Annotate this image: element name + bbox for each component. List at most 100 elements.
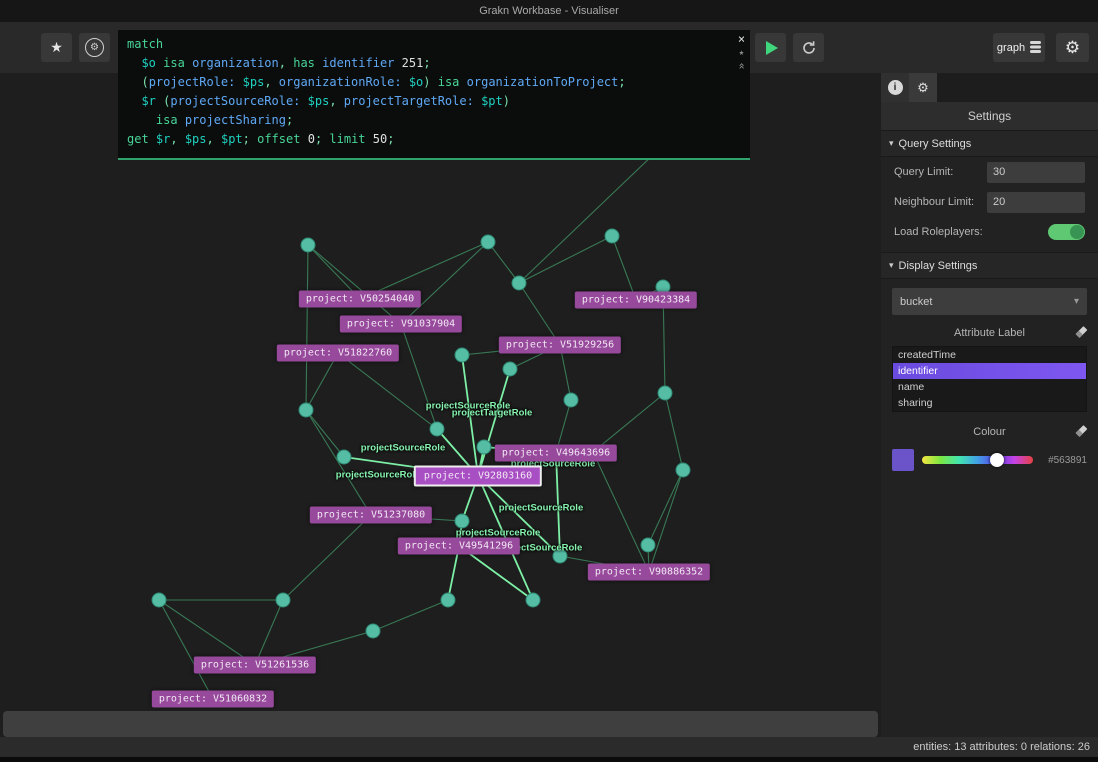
- types-panel-button[interactable]: ⚙: [79, 33, 110, 62]
- close-icon[interactable]: ×: [738, 33, 745, 45]
- chevron-down-icon: ▾: [889, 138, 894, 148]
- relation-node[interactable]: [151, 592, 167, 608]
- hue-knob[interactable]: [990, 453, 1005, 467]
- project-node-label[interactable]: project: V51929256: [498, 336, 622, 354]
- star-icon: ★: [50, 39, 63, 55]
- attribute-option[interactable]: name: [893, 379, 1086, 395]
- graph-edge: [158, 599, 256, 666]
- query-settings-label: Query Settings: [898, 137, 972, 150]
- relation-node[interactable]: [511, 275, 527, 291]
- favorite-queries-button[interactable]: ★: [41, 33, 72, 62]
- relation-node[interactable]: [604, 228, 620, 244]
- run-query-button[interactable]: [755, 33, 786, 62]
- graph-edge: [664, 392, 684, 471]
- relation-node[interactable]: [476, 439, 492, 455]
- graph-edge: [518, 235, 613, 284]
- relation-node[interactable]: [336, 449, 352, 465]
- clear-colour-button[interactable]: [1074, 424, 1089, 441]
- graph-edge: [307, 244, 402, 325]
- project-node-label-selected[interactable]: project: V92803160: [413, 465, 543, 487]
- relation-node[interactable]: [675, 462, 691, 478]
- horizontal-scrollbar[interactable]: [3, 711, 878, 737]
- graph-edge: [400, 241, 489, 325]
- project-node-label[interactable]: project: V51822760: [276, 344, 400, 362]
- query-limit-label: Query Limit:: [894, 166, 954, 178]
- settings-tab-button[interactable]: ⚙: [909, 73, 937, 102]
- relation-node[interactable]: [300, 237, 316, 253]
- attribute-option[interactable]: sharing: [893, 395, 1086, 411]
- neighbour-limit-input[interactable]: [987, 191, 1085, 213]
- relation-node[interactable]: [563, 392, 579, 408]
- project-node-label[interactable]: project: V51261536: [193, 656, 317, 674]
- settings-panel-title: Settings: [881, 102, 1098, 130]
- attribute-option[interactable]: identifier: [893, 363, 1086, 379]
- project-node-label[interactable]: project: V51237080: [309, 506, 433, 524]
- relation-node[interactable]: [275, 592, 291, 608]
- attribute-option[interactable]: createdTime: [893, 347, 1086, 363]
- display-settings-header[interactable]: ▾ Display Settings: [881, 252, 1098, 279]
- relation-node[interactable]: [502, 361, 518, 377]
- graph-edge: [647, 469, 684, 546]
- gear-circle-icon: ⚙: [85, 38, 104, 57]
- eraser-icon: [1075, 326, 1088, 338]
- relation-node[interactable]: [640, 537, 656, 553]
- neighbour-limit-row: Neighbour Limit:: [881, 187, 1098, 217]
- query-text[interactable]: match $o isa organization, has identifie…: [127, 35, 732, 149]
- gear-icon: ⚙: [917, 79, 929, 95]
- project-node-label[interactable]: project: V90423384: [574, 291, 698, 309]
- project-node-label[interactable]: project: V50254040: [298, 290, 422, 308]
- relation-node[interactable]: [657, 385, 673, 401]
- project-node-label[interactable]: project: V49541296: [397, 537, 521, 555]
- attribute-list: createdTime identifier name sharing: [892, 346, 1087, 412]
- project-node-label[interactable]: project: V90886352: [587, 563, 711, 581]
- refresh-button[interactable]: [793, 33, 824, 62]
- graph-edge: [305, 352, 339, 411]
- project-node-label[interactable]: project: V49643696: [494, 444, 618, 462]
- project-node-label[interactable]: project: V91037904: [339, 315, 463, 333]
- play-icon: [766, 40, 778, 55]
- clear-attribute-button[interactable]: [1074, 325, 1089, 342]
- star-icon-small[interactable]: ★: [739, 48, 744, 58]
- graph-edge: [305, 409, 345, 458]
- graph-edge: [305, 409, 372, 516]
- query-settings-header[interactable]: ▾ Query Settings: [881, 130, 1098, 157]
- relation-node[interactable]: [454, 513, 470, 529]
- load-roleplayers-toggle[interactable]: [1048, 224, 1085, 240]
- colour-swatch[interactable]: [892, 449, 914, 471]
- hue-slider[interactable]: [922, 453, 1033, 467]
- collapse-up-icon[interactable]: «: [736, 63, 749, 70]
- database-icon: [1030, 41, 1042, 53]
- graph-edge: [372, 599, 449, 632]
- query-limit-row: Query Limit:: [881, 157, 1098, 187]
- relation-node[interactable]: [454, 347, 470, 363]
- settings-panel: i ⚙ Settings ▾ Query Settings Query Limi…: [881, 73, 1098, 737]
- gear-icon: ⚙: [1064, 37, 1081, 57]
- attribute-label-title: Attribute Label: [954, 326, 1025, 339]
- graph-edge: [555, 452, 561, 557]
- keyspace-selector-button[interactable]: graph: [993, 33, 1045, 62]
- relation-node[interactable]: [525, 592, 541, 608]
- colour-bucket-dropdown[interactable]: bucket ▾: [892, 288, 1087, 315]
- query-editor[interactable]: match $o isa organization, has identifie…: [118, 30, 750, 160]
- display-settings-label: Display Settings: [898, 259, 978, 272]
- graph-edge: [461, 354, 479, 477]
- relation-node[interactable]: [365, 623, 381, 639]
- relation-node[interactable]: [480, 234, 496, 250]
- neighbour-limit-label: Neighbour Limit:: [894, 196, 975, 208]
- relation-node[interactable]: [552, 548, 568, 564]
- graph-edge: [611, 235, 637, 301]
- preferences-button[interactable]: ⚙: [1056, 33, 1089, 62]
- keyspace-label: graph: [996, 41, 1026, 54]
- project-node-label[interactable]: project: V51060832: [151, 690, 275, 708]
- relation-node[interactable]: [429, 421, 445, 437]
- info-tab-button[interactable]: i: [881, 73, 909, 102]
- relation-node[interactable]: [298, 402, 314, 418]
- relation-node[interactable]: [440, 592, 456, 608]
- colour-header: Colour: [881, 420, 1098, 443]
- info-icon: i: [887, 80, 903, 95]
- colour-hex: #563891: [1048, 454, 1087, 466]
- query-limit-input[interactable]: [987, 161, 1085, 183]
- titlebar: Grakn Workbase - Visualiser: [0, 0, 1098, 22]
- eraser-icon: [1075, 425, 1088, 437]
- bottom-edge: [0, 757, 1098, 762]
